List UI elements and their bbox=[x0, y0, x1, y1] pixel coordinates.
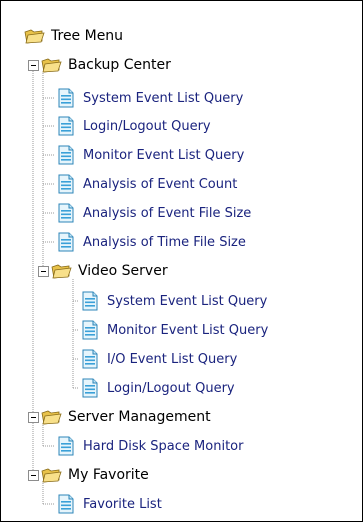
tree-item-label: Monitor Event List Query bbox=[83, 147, 245, 163]
collapse-toggle-icon[interactable] bbox=[28, 59, 39, 71]
folder-label: Server Management bbox=[68, 409, 211, 425]
tree-item[interactable]: Hard Disk Space Monitor bbox=[57, 433, 243, 459]
tree-root-label: Tree Menu bbox=[51, 28, 124, 44]
document-page-icon bbox=[57, 436, 75, 456]
folder-label: My Favorite bbox=[68, 467, 149, 483]
document-page-icon bbox=[57, 145, 75, 165]
tree-item-label: Monitor Event List Query bbox=[107, 322, 269, 338]
tree-menu-panel: Tree Menu Backup Center System Event Lis… bbox=[0, 0, 363, 522]
tree-item-label: Favorite List bbox=[83, 496, 162, 512]
document-page-icon bbox=[57, 232, 75, 252]
tree-item-label: I/O Event List Query bbox=[107, 351, 238, 367]
tree-item-label: System Event List Query bbox=[83, 90, 244, 106]
tree-item[interactable]: Favorite List bbox=[57, 491, 162, 517]
tree-item[interactable]: System Event List Query bbox=[57, 85, 243, 111]
open-folder-icon bbox=[23, 27, 45, 45]
tree-item[interactable]: Analysis of Time File Size bbox=[57, 229, 246, 255]
document-page-icon bbox=[81, 291, 99, 311]
tree-item[interactable]: Analysis of Event File Size bbox=[57, 200, 251, 226]
document-page-icon bbox=[57, 494, 75, 514]
document-page-icon bbox=[81, 320, 99, 340]
tree-item-label: Login/Logout Query bbox=[107, 380, 235, 396]
collapse-toggle-icon[interactable] bbox=[38, 265, 49, 277]
open-folder-icon bbox=[40, 466, 62, 484]
tree-item-label: Analysis of Event Count bbox=[83, 176, 238, 192]
folder-video-server[interactable]: Video Server bbox=[38, 258, 168, 284]
open-folder-icon bbox=[40, 408, 62, 426]
open-folder-icon bbox=[50, 262, 72, 280]
tree-item[interactable]: Analysis of Event Count bbox=[57, 171, 237, 197]
tree-item[interactable]: Login/Logout Query bbox=[57, 113, 211, 139]
folder-backup-center[interactable]: Backup Center bbox=[28, 52, 171, 78]
folder-label: Video Server bbox=[78, 263, 168, 279]
folder-server-management[interactable]: Server Management bbox=[28, 404, 211, 430]
tree-item[interactable]: Login/Logout Query bbox=[81, 375, 235, 401]
document-page-icon bbox=[57, 116, 75, 136]
tree-item-label: Login/Logout Query bbox=[83, 118, 211, 134]
collapse-toggle-icon[interactable] bbox=[28, 469, 39, 481]
tree-item[interactable]: Monitor Event List Query bbox=[81, 317, 268, 343]
document-page-icon bbox=[57, 203, 75, 223]
tree-item-label: System Event List Query bbox=[107, 293, 268, 309]
open-folder-icon bbox=[40, 56, 62, 74]
document-page-icon bbox=[81, 378, 99, 398]
tree-item[interactable]: Monitor Event List Query bbox=[57, 142, 244, 168]
collapse-toggle-icon[interactable] bbox=[28, 411, 39, 423]
document-page-icon bbox=[81, 349, 99, 369]
tree-root[interactable]: Tree Menu bbox=[23, 23, 123, 49]
document-page-icon bbox=[57, 88, 75, 108]
tree-item[interactable]: I/O Event List Query bbox=[81, 346, 237, 372]
folder-label: Backup Center bbox=[68, 57, 171, 73]
tree-item-label: Analysis of Time File Size bbox=[83, 234, 246, 250]
tree-item-label: Hard Disk Space Monitor bbox=[83, 438, 244, 454]
tree-item[interactable]: System Event List Query bbox=[81, 288, 267, 314]
tree-item-label: Analysis of Event File Size bbox=[83, 205, 252, 221]
document-page-icon bbox=[57, 174, 75, 194]
folder-my-favorite[interactable]: My Favorite bbox=[28, 462, 149, 488]
